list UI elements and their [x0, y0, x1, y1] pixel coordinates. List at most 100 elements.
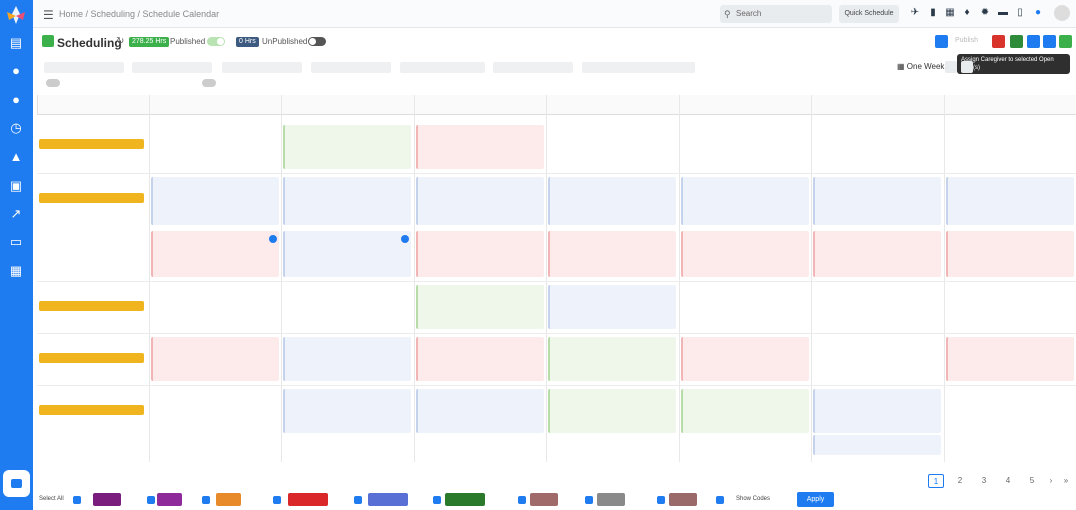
- code-checkbox[interactable]: [147, 496, 155, 504]
- shift-card[interactable]: [681, 337, 809, 381]
- code-checkbox[interactable]: [585, 496, 593, 504]
- employee-cell[interactable]: [39, 289, 144, 322]
- shift-card[interactable]: [813, 231, 941, 277]
- shift-card[interactable]: [416, 177, 544, 225]
- monitor-icon[interactable]: ▭: [8, 234, 24, 250]
- clock-icon[interactable]: ◷: [8, 120, 24, 136]
- gear-icon[interactable]: ✹: [979, 7, 991, 19]
- employee-name[interactable]: [39, 393, 144, 403]
- shift-card[interactable]: [283, 389, 411, 433]
- bell-icon[interactable]: ♦: [961, 7, 973, 19]
- search-input[interactable]: ⚲ Search: [720, 5, 832, 23]
- page-5[interactable]: 5: [1024, 474, 1040, 488]
- toggle-filter-a[interactable]: [44, 78, 194, 88]
- shift-card[interactable]: [151, 177, 279, 225]
- published-toggle[interactable]: [207, 37, 225, 46]
- messages-icon[interactable]: ▬: [997, 7, 1009, 19]
- unpublished-toggle[interactable]: [308, 37, 326, 46]
- shift-card[interactable]: [416, 231, 544, 277]
- flask-icon[interactable]: ▲: [8, 149, 24, 165]
- clipboard-icon[interactable]: ▯: [1014, 7, 1026, 19]
- refresh-icon[interactable]: ↻: [116, 36, 124, 47]
- shift-card[interactable]: [416, 389, 544, 433]
- code-checkbox[interactable]: [273, 496, 281, 504]
- logo-icon[interactable]: [4, 4, 28, 26]
- shift-card[interactable]: [416, 285, 544, 329]
- page-1[interactable]: 1: [928, 474, 944, 488]
- shift-card[interactable]: [548, 389, 676, 433]
- filter-offices[interactable]: [132, 62, 212, 73]
- employee-cell[interactable]: [39, 181, 144, 214]
- code-checkbox[interactable]: [202, 496, 210, 504]
- shift-selected-check-icon[interactable]: [401, 235, 409, 243]
- quick-schedule-button[interactable]: Quick Schedule: [839, 5, 899, 23]
- print-button[interactable]: [1043, 35, 1056, 48]
- code-checkbox[interactable]: [433, 496, 441, 504]
- plane-icon[interactable]: ✈: [909, 7, 921, 19]
- show-codes-label[interactable]: Show Codes: [736, 493, 770, 506]
- shift-card[interactable]: [548, 285, 676, 329]
- code-checkbox[interactable]: [716, 496, 724, 504]
- employee-name[interactable]: [39, 289, 144, 299]
- delete-button[interactable]: [992, 35, 1005, 48]
- filter-shift-type[interactable]: [493, 62, 573, 73]
- download-button[interactable]: [1027, 35, 1040, 48]
- report-icon[interactable]: ▣: [8, 178, 24, 194]
- shift-card[interactable]: [813, 177, 941, 225]
- shift-card[interactable]: [283, 337, 411, 381]
- toggle-filter-b[interactable]: [200, 78, 280, 88]
- week-select[interactable]: ▦ One Week ▾: [897, 62, 951, 71]
- shift-card[interactable]: [681, 389, 809, 433]
- select-all-checkbox[interactable]: [73, 496, 81, 504]
- publish-button[interactable]: Publish: [955, 37, 978, 44]
- shift-card[interactable]: [813, 435, 941, 455]
- code-checkbox[interactable]: [657, 496, 665, 504]
- prev-week-button[interactable]: [945, 61, 957, 73]
- next-page-icon[interactable]: ›: [1045, 474, 1057, 488]
- assign-caregiver-button[interactable]: [1010, 35, 1023, 48]
- employee-cell[interactable]: [39, 393, 144, 426]
- page-2[interactable]: 2: [952, 474, 968, 488]
- filter-search[interactable]: [44, 62, 124, 73]
- shift-card[interactable]: [946, 177, 1074, 225]
- page-4[interactable]: 4: [1000, 474, 1016, 488]
- shift-card[interactable]: [151, 337, 279, 381]
- employee-cell[interactable]: [39, 127, 144, 160]
- employee-name[interactable]: [39, 341, 144, 351]
- page-3[interactable]: 3: [976, 474, 992, 488]
- filter-status[interactable]: [400, 62, 485, 73]
- pager-first[interactable]: [804, 474, 826, 488]
- users-icon[interactable]: ●: [8, 92, 24, 108]
- add-shift-button[interactable]: [1059, 35, 1072, 48]
- shift-card[interactable]: [548, 177, 676, 225]
- shift-card[interactable]: [416, 337, 544, 381]
- shift-card[interactable]: [283, 125, 411, 169]
- building-icon[interactable]: ▦: [8, 263, 24, 279]
- apply-button[interactable]: Apply: [797, 492, 834, 507]
- user-icon[interactable]: ●: [8, 63, 24, 79]
- shift-card[interactable]: [283, 177, 411, 225]
- employee-cell[interactable]: [39, 341, 144, 374]
- shift-card[interactable]: [681, 177, 809, 225]
- shift-card[interactable]: [813, 389, 941, 433]
- document-icon[interactable]: ▮: [927, 7, 939, 19]
- shift-card[interactable]: [548, 337, 676, 381]
- shift-card[interactable]: [681, 231, 809, 277]
- employee-name[interactable]: [39, 181, 144, 191]
- share-button[interactable]: [935, 35, 948, 48]
- filter-skills[interactable]: [311, 62, 391, 73]
- shift-card[interactable]: [548, 231, 676, 277]
- shift-card[interactable]: [416, 125, 544, 169]
- help-icon[interactable]: ●: [1032, 7, 1044, 19]
- chart-icon[interactable]: ↗: [8, 206, 24, 222]
- filter-caregiver[interactable]: [582, 62, 695, 73]
- employee-name[interactable]: [39, 127, 144, 137]
- calendar-icon[interactable]: ▦: [944, 7, 956, 19]
- last-page-icon[interactable]: »: [1060, 474, 1072, 488]
- chat-button[interactable]: [3, 470, 30, 497]
- shift-selected-check-icon[interactable]: [269, 235, 277, 243]
- dashboard-icon[interactable]: ▤: [8, 35, 24, 51]
- code-checkbox[interactable]: [354, 496, 362, 504]
- menu-icon[interactable]: ☰: [43, 8, 54, 22]
- shift-card[interactable]: [283, 231, 411, 277]
